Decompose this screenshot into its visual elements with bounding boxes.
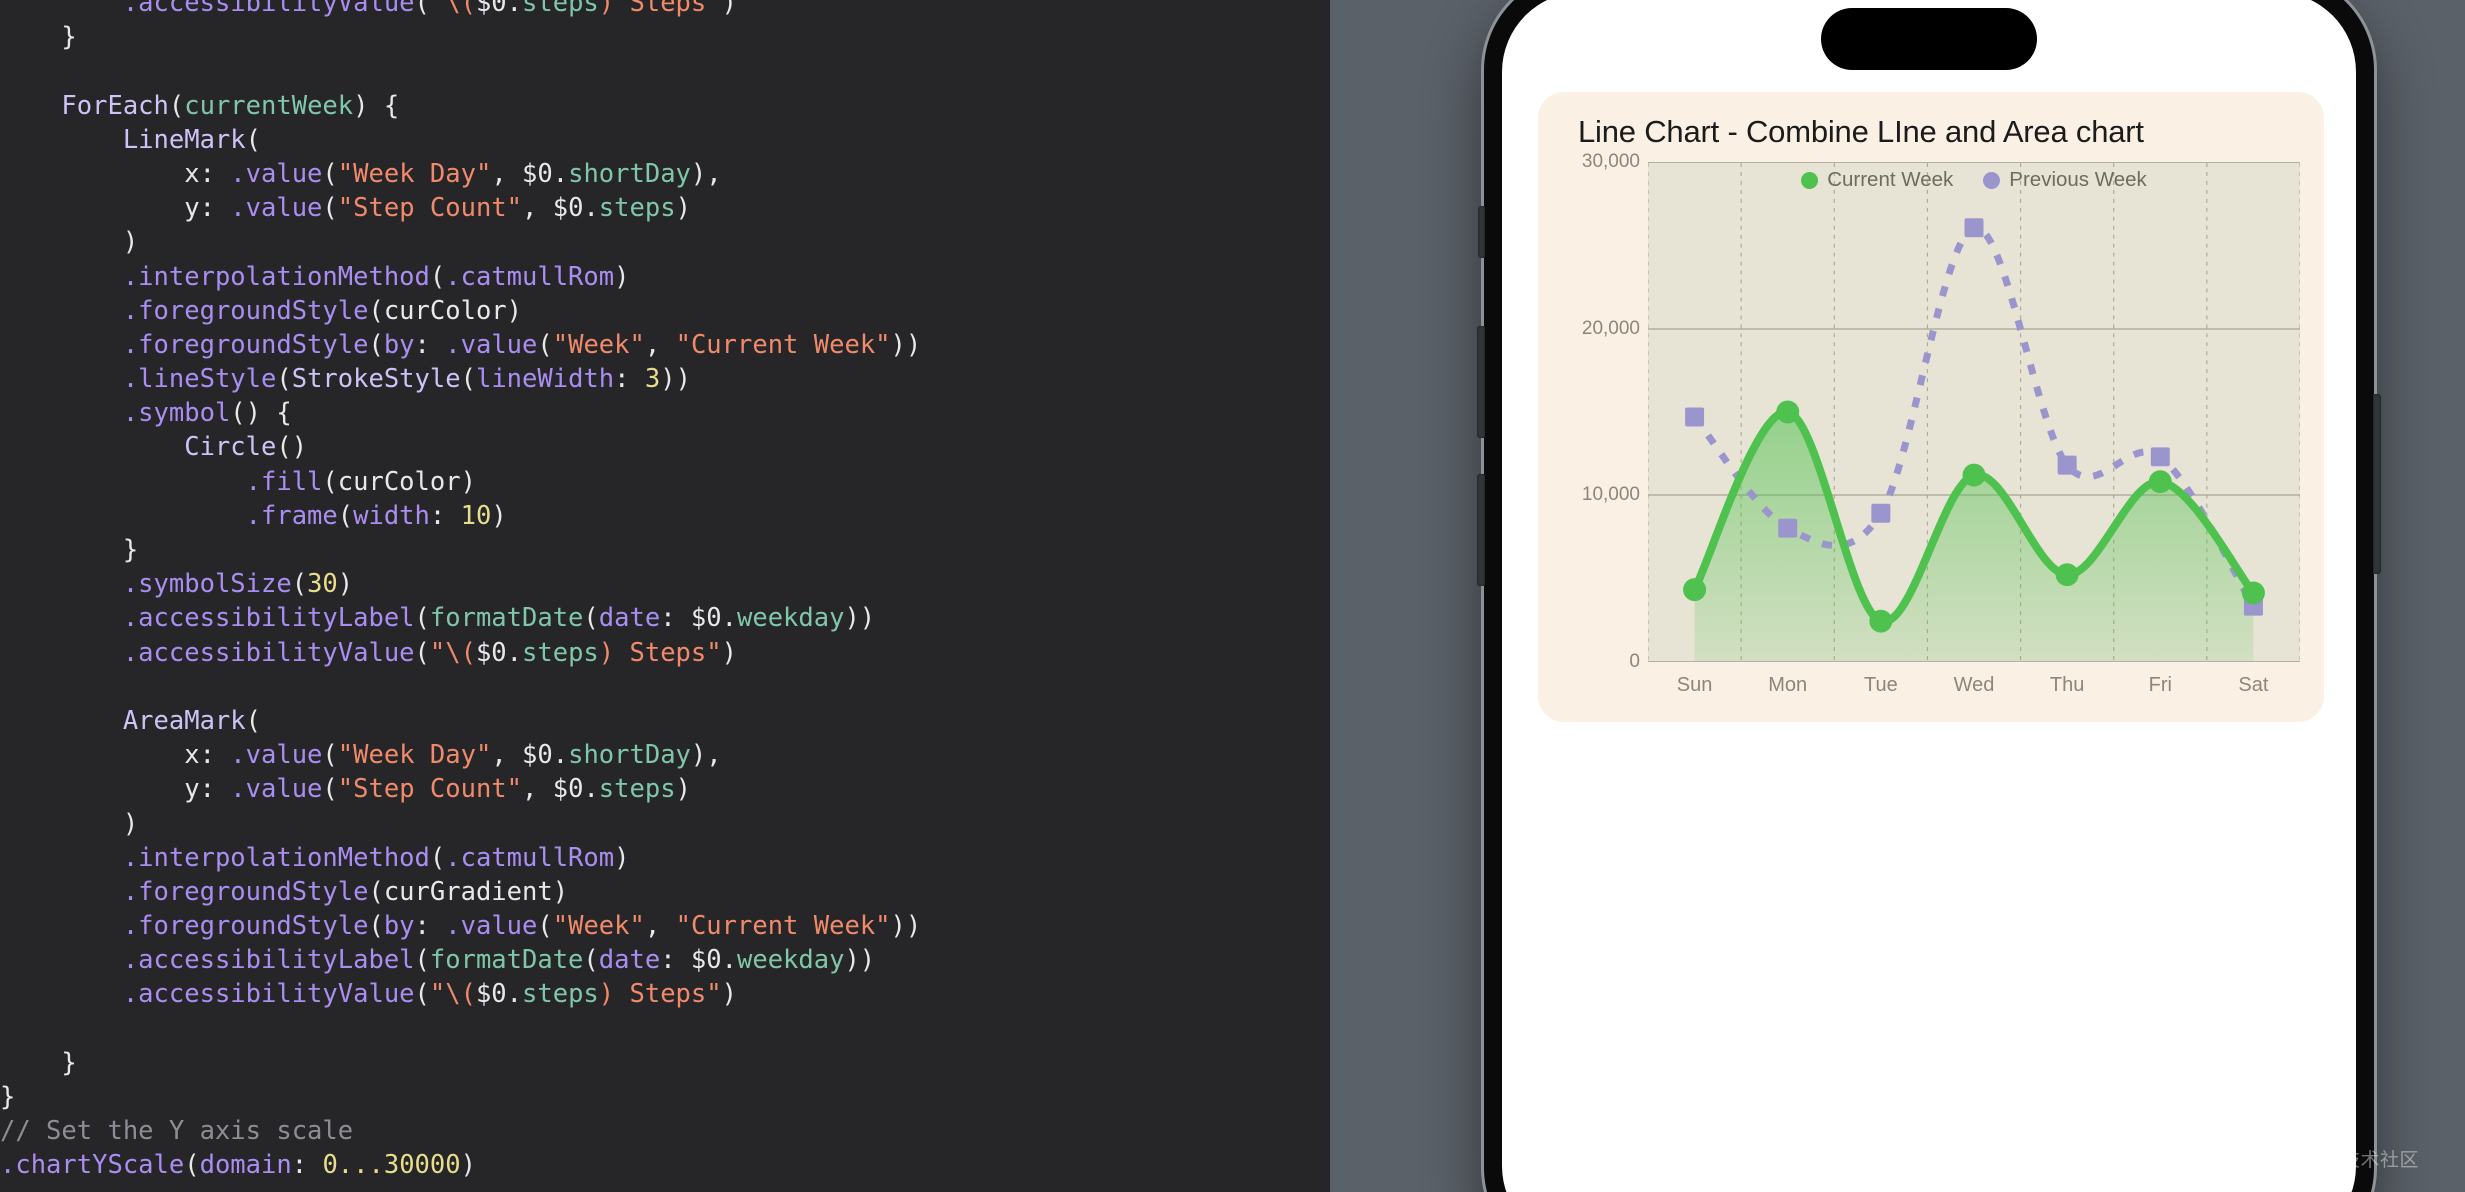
current-week-point — [1683, 578, 1707, 602]
code-line: .accessibilityLabel(formatDate(date: $0.… — [122, 603, 876, 634]
current-week-point — [1962, 463, 1986, 487]
current-week-point — [2055, 563, 2079, 587]
code-line: ​ — [0, 54, 1330, 88]
code-line: ) — [0, 808, 139, 839]
code-line: ) — [0, 227, 139, 258]
plot-area[interactable] — [1648, 162, 2300, 662]
x-axis-tick-label: Mon — [1768, 674, 1808, 696]
silent-switch-button[interactable] — [1478, 206, 1485, 258]
power-button[interactable] — [2373, 394, 2381, 574]
y-axis-tick-label: 0 — [1629, 651, 1640, 672]
code-line: } — [0, 22, 77, 53]
y-axis-tick-label: 30,000 — [1581, 151, 1640, 172]
y-axis: 0 10,000 20,000 30,000 — [1562, 151, 1648, 707]
current-week-point — [2241, 581, 2265, 605]
chart-svg — [1648, 163, 2300, 661]
y-axis-tick-label: 20,000 — [1581, 317, 1640, 339]
code-line: .interpolationMethod(.catmullRom) — [122, 261, 630, 292]
code-line: } — [0, 1082, 16, 1112]
code-line: .chartYScale(domain: 0...30000) — [0, 1150, 476, 1181]
code-line: x: .value("Week Day", $0.shortDay), — [0, 740, 722, 771]
code-line: AreaMark( — [0, 705, 261, 736]
code-line: .frame(width: 10) — [245, 500, 507, 531]
code-line: .interpolationMethod(.catmullRom) — [122, 842, 630, 873]
volume-up-button[interactable] — [1477, 326, 1485, 438]
x-axis-tick-label: Tue — [1863, 674, 1898, 696]
code-line: .foregroundStyle(curGradient) — [122, 876, 569, 907]
watermark: @稀土掘金技术社区 — [2243, 1150, 2419, 1171]
code-line: .accessibilityLabel(formatDate(date: $0.… — [122, 945, 876, 976]
chart-title: Line Chart - Combine LIne and Area chart — [1578, 114, 2144, 149]
y-axis-tick-label: 10,000 — [1581, 484, 1640, 506]
code-line: x: .value("Week Day", $0.shortDay), — [0, 158, 722, 189]
code-line: } — [0, 535, 139, 565]
chart-plot-wrapper: 0 10,000 20,000 30,000 Sun Mon Tue Wed T… — [1562, 151, 2300, 707]
code-editor-pane[interactable]: .accessibilityValue("\($0.steps) Steps")… — [0, 0, 1330, 1192]
iphone-device-frame: Line Chart - Combine LIne and Area chart… — [1477, 0, 2381, 1192]
x-axis-tick-label: Wed — [1953, 674, 1995, 696]
phone-screen: Line Chart - Combine LIne and Area chart… — [1502, 0, 2356, 1192]
code-line: .symbolSize(30) — [122, 569, 354, 600]
code-line: .accessibilityValue("\($0.steps) Steps") — [122, 637, 737, 668]
code-line: ForEach(currentWeek) { — [0, 90, 400, 121]
code-line: .fill(curColor) — [245, 466, 476, 497]
previous-week-point — [1778, 518, 1798, 538]
code-line: y: .value("Step Count", $0.steps) — [0, 193, 691, 224]
code-line: Circle() — [0, 432, 308, 463]
x-axis-tick-label: Sun — [1676, 674, 1713, 696]
code-line: .symbol() { — [122, 398, 292, 429]
x-axis-tick-label: Thu — [2049, 674, 2085, 696]
previous-week-point — [1871, 503, 1891, 523]
x-axis-tick-label: Sat — [2238, 674, 2269, 696]
code-line: .accessibilityValue("\($0.steps) Steps") — [122, 0, 737, 18]
code-line: .foregroundStyle(by: .value("Week", "Cur… — [122, 329, 922, 360]
code-line: .lineStyle(StrokeStyle(lineWidth: 3)) — [122, 364, 691, 395]
x-axis: Sun Mon Tue Wed Thu Fri Sat — [1648, 662, 2300, 707]
x-axis-tick-label: Fri — [2148, 674, 2172, 696]
code-line: } — [0, 1047, 77, 1078]
previous-week-point — [1685, 407, 1705, 427]
current-week-point — [1776, 400, 1800, 424]
code-line: .foregroundStyle(curColor) — [122, 295, 523, 326]
previous-week-point — [1964, 218, 1984, 238]
code-line: .accessibilityValue("\($0.steps) Steps") — [122, 979, 737, 1010]
code-line: // Set the Y axis scale — [0, 1116, 354, 1147]
current-week-point — [2148, 470, 2172, 494]
previous-week-point — [2150, 447, 2170, 467]
code-line: .foregroundStyle(by: .value("Week", "Cur… — [122, 911, 922, 942]
dynamic-island — [1821, 8, 2037, 70]
code-line: ​ — [0, 670, 1330, 704]
chart-card: Line Chart - Combine LIne and Area chart… — [1538, 92, 2324, 722]
current-week-point — [1869, 609, 1893, 633]
volume-down-button[interactable] — [1477, 474, 1485, 586]
code-listing[interactable]: .accessibilityValue("\($0.steps) Steps")… — [0, 0, 1330, 1183]
code-line: y: .value("Step Count", $0.steps) — [0, 774, 691, 805]
code-line: LineMark( — [0, 124, 261, 155]
code-line: ​ — [0, 1012, 1330, 1046]
previous-week-point — [2057, 455, 2077, 475]
